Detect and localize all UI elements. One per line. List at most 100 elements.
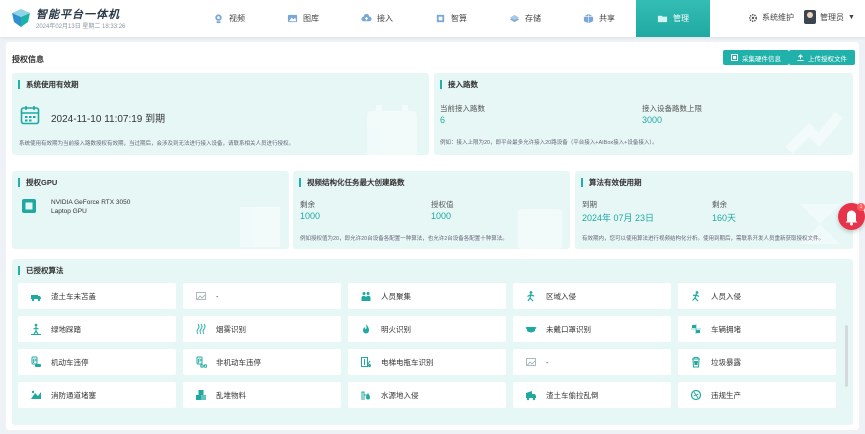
nav-video-label: 视频: [229, 14, 245, 23]
access-note: 例如：接入上限为20，即平台最多允许接入20路设备（平台接入+AIBox接入+设…: [440, 140, 658, 146]
algorithm-item[interactable]: 乱堆物料: [183, 382, 341, 408]
gpu-model-line2: Laptop GPU: [51, 208, 87, 215]
task-watermark-icon: [518, 209, 562, 249]
algorithm-item[interactable]: 明火识别: [348, 316, 506, 342]
nav-storage-label: 存储: [525, 14, 541, 23]
tasks-card: 视频结构化任务最大创建路数 剩余 1000 授权值 1000 例如授权值为20，…: [293, 171, 570, 249]
algorithm-item[interactable]: 人员聚集: [348, 283, 506, 309]
nav-manage-label: 管理: [673, 14, 689, 23]
camera-icon: [215, 14, 222, 24]
algorithm-label: 非机动车违停: [216, 357, 261, 367]
algorithm-label: 人员聚集: [381, 291, 411, 301]
collect-hardware-button[interactable]: 采集硬件信息: [723, 50, 789, 65]
algorithm-item[interactable]: 水源地入侵: [348, 382, 506, 408]
gpu-card: 授权GPU NVIDIA GeForce RTX 3050 Laptop GPU: [12, 171, 289, 249]
current-access-label: 当前接入路数: [440, 104, 485, 113]
algorithm-label: 渣土车未苫盖: [51, 291, 96, 301]
share-icon: [583, 13, 594, 24]
algorithm-item[interactable]: 渣土车偷拉乱倒: [513, 382, 671, 408]
algorithm-label: 机动车违停: [51, 357, 89, 367]
trash-icon: [692, 357, 700, 368]
trample-icon: [31, 323, 41, 335]
app-title: 智能平台一体机: [36, 9, 120, 21]
algorithm-item[interactable]: 消防通道堵塞: [18, 382, 176, 408]
nav-video[interactable]: 视频: [192, 0, 266, 37]
nav-share[interactable]: 共享: [562, 0, 636, 37]
algorithm-label: 人员入侵: [711, 291, 741, 301]
page-title: 授权信息: [12, 55, 44, 64]
access-title: 接入路数: [440, 80, 478, 89]
algorithm-item[interactable]: -: [183, 283, 341, 309]
nav-access[interactable]: 接入: [340, 0, 414, 37]
algo-validity-card: 算法有效使用期 到期 2024年 07月 23日 剩余 160天 有效期内，您可…: [575, 171, 853, 249]
fire-lane-icon: [31, 390, 41, 399]
algorithm-label: 电梯电瓶车识别: [381, 357, 434, 367]
fire-icon: [363, 324, 369, 334]
algorithm-label: -: [546, 357, 549, 367]
tasks-note: 例如授权值为20，即允许20台设备各配置一种算法，也允许2台设备各配置十种算法。: [300, 236, 508, 242]
access-limit-label: 接入设备路数上限: [642, 104, 702, 113]
upload-license-label: 上传授权文件: [808, 55, 847, 63]
current-access-value: 6: [440, 115, 446, 125]
algorithm-item[interactable]: 违规生产: [678, 382, 836, 408]
nav-gallery[interactable]: 图库: [266, 0, 340, 37]
folder-icon: [657, 15, 668, 23]
violation-icon: [690, 389, 702, 401]
tasks-title: 视频结构化任务最大创建路数: [299, 178, 405, 187]
user-menu[interactable]: 管理员 ▼: [804, 10, 855, 24]
nav-compute-label: 智算: [451, 14, 467, 23]
algorithm-label: 区域入侵: [546, 291, 576, 301]
traffic-icon: [691, 324, 701, 334]
top-bar: 智能平台一体机 2024年02月13日 星期二 18:33:26 视频 图库 接…: [0, 0, 865, 37]
algo-remain-label: 剩余: [712, 200, 727, 209]
nav-storage[interactable]: 存储: [488, 0, 562, 37]
smoke-icon: [196, 323, 206, 335]
algo-remain-value: 160天: [712, 213, 737, 223]
validity-title: 系统使用有效期: [18, 80, 79, 89]
algorithm-item[interactable]: 区域入侵: [513, 283, 671, 309]
algorithm-item[interactable]: -: [513, 349, 671, 375]
upload-license-button[interactable]: 上传授权文件: [789, 50, 855, 65]
algorithm-item[interactable]: 机动车违停: [18, 349, 176, 375]
algorithm-item[interactable]: 未戴口罩识别: [513, 316, 671, 342]
notification-badge: 1: [857, 203, 865, 211]
nav-share-label: 共享: [599, 14, 615, 23]
algorithm-label: -: [216, 291, 219, 301]
system-maintenance-menu[interactable]: 系统维护: [748, 12, 794, 23]
image-icon: [526, 358, 536, 366]
algorithm-scrollbar[interactable]: [845, 325, 848, 387]
chip-watermark-icon: [240, 207, 280, 247]
algorithm-item[interactable]: 绿地踩踏: [18, 316, 176, 342]
tasks-remain-value: 1000: [300, 211, 321, 221]
chevron-down-icon: ▼: [848, 13, 855, 21]
storage-icon: [509, 14, 520, 23]
boxes-icon: [196, 390, 206, 400]
mask-icon: [525, 326, 537, 333]
algorithm-grid: 渣土车未苫盖 - 人员聚集 区域入侵 人员入侵绿地踩踏 烟雾识别 明火识别 未戴口罩识别 车辆拥…: [18, 283, 836, 408]
algorithm-item[interactable]: 烟雾识别: [183, 316, 341, 342]
car-parking-icon: [31, 356, 41, 367]
logo-icon: [12, 9, 30, 27]
algorithm-label: 垃圾暴露: [711, 357, 741, 367]
algo-validity-note: 有效期内，您可以使用算法进行视频结构化分析。使用到期后，需联系开发人员重新获取授…: [582, 236, 825, 242]
elevator-icon: [361, 357, 371, 367]
algorithm-item[interactable]: 人员入侵: [678, 283, 836, 309]
crowd-icon: [361, 292, 371, 301]
algorithm-label: 消防通道堵塞: [51, 390, 96, 400]
algo-expire-label: 到期: [582, 200, 597, 209]
algorithm-item[interactable]: 电梯电瓶车识别: [348, 349, 506, 375]
validity-date: 2024-11-10 11:07:19 到期: [51, 114, 166, 125]
chip-icon: [436, 14, 445, 23]
algo-validity-title: 算法有效使用期: [581, 178, 642, 187]
gpu-title: 授权GPU: [18, 178, 57, 187]
nav-compute[interactable]: 智算: [414, 0, 488, 37]
avatar: [804, 10, 816, 24]
nav-manage[interactable]: 管理: [636, 0, 710, 37]
algorithm-item[interactable]: 渣土车未苫盖: [18, 283, 176, 309]
algorithm-item[interactable]: 非机动车违停: [183, 349, 341, 375]
algorithm-item[interactable]: 车辆拥堵: [678, 316, 836, 342]
algorithm-label: 未戴口罩识别: [546, 324, 591, 334]
validity-note: 系统使用有效期为当前接入路数授权有效期，当过期后，会涉及到无法进行接入设备，请联…: [19, 141, 295, 147]
hardware-icon: [731, 54, 738, 61]
algorithm-item[interactable]: 垃圾暴露: [678, 349, 836, 375]
